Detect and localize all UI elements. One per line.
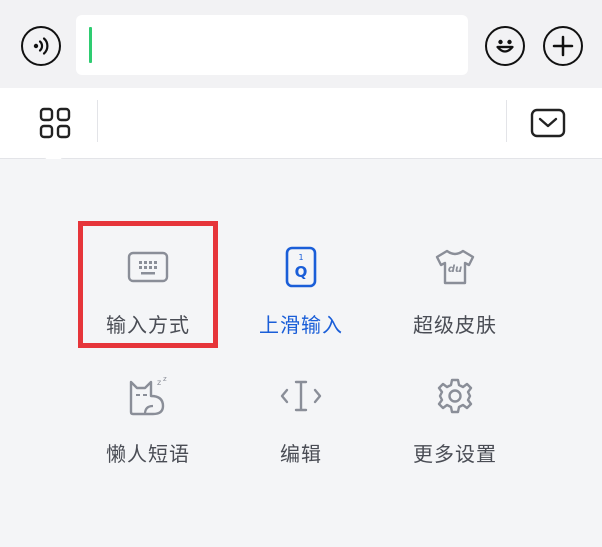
svg-text:Q: Q bbox=[295, 263, 308, 281]
menu-item-super-skin[interactable]: du 超级皮肤 bbox=[385, 243, 525, 353]
selection-highlight-box bbox=[78, 221, 218, 348]
text-cursor bbox=[89, 27, 92, 63]
chevron-down-box-icon bbox=[530, 108, 566, 138]
gear-icon bbox=[437, 378, 473, 414]
toolbar-divider bbox=[506, 100, 507, 142]
plus-icon bbox=[552, 35, 574, 57]
grid-menu-button[interactable] bbox=[38, 106, 72, 140]
menu-item-label: 超级皮肤 bbox=[413, 313, 497, 337]
tshirt-du-icon: du bbox=[435, 249, 475, 285]
text-cursor-icon bbox=[280, 380, 322, 412]
voice-input-button[interactable] bbox=[21, 26, 61, 66]
svg-text:z: z bbox=[163, 375, 167, 383]
svg-text:1: 1 bbox=[298, 253, 303, 262]
function-panel bbox=[0, 159, 602, 547]
menu-item-label: 更多设置 bbox=[413, 442, 497, 466]
collapse-keyboard-button[interactable] bbox=[530, 108, 566, 138]
menu-item-label: 上滑输入 bbox=[259, 313, 343, 337]
menu-item-label: 懒人短语 bbox=[106, 442, 190, 466]
svg-text:z: z bbox=[157, 378, 161, 387]
message-input[interactable] bbox=[76, 15, 468, 75]
grid-menu-icon bbox=[39, 107, 71, 139]
toolbar-divider bbox=[97, 100, 98, 142]
menu-item-more-settings[interactable]: 更多设置 bbox=[385, 372, 525, 482]
menu-item-label: 编辑 bbox=[280, 442, 322, 466]
sleeping-cat-icon: z z bbox=[129, 375, 167, 416]
menu-item-lazy-phrases[interactable]: z z 懒人短语 bbox=[78, 372, 218, 482]
smiley-icon bbox=[496, 39, 514, 53]
menu-item-swipe-input[interactable]: 1 Q 上滑输入 bbox=[231, 243, 371, 353]
menu-item-edit[interactable]: 编辑 bbox=[231, 372, 371, 482]
keyboard-toolbar bbox=[0, 88, 602, 159]
chat-input-bar bbox=[0, 0, 602, 88]
voice-wave-icon bbox=[33, 37, 49, 55]
swipe-q-key-icon: 1 Q bbox=[285, 246, 317, 288]
emoji-button[interactable] bbox=[485, 26, 525, 66]
more-actions-button[interactable] bbox=[543, 26, 583, 66]
svg-text:du: du bbox=[448, 264, 462, 275]
